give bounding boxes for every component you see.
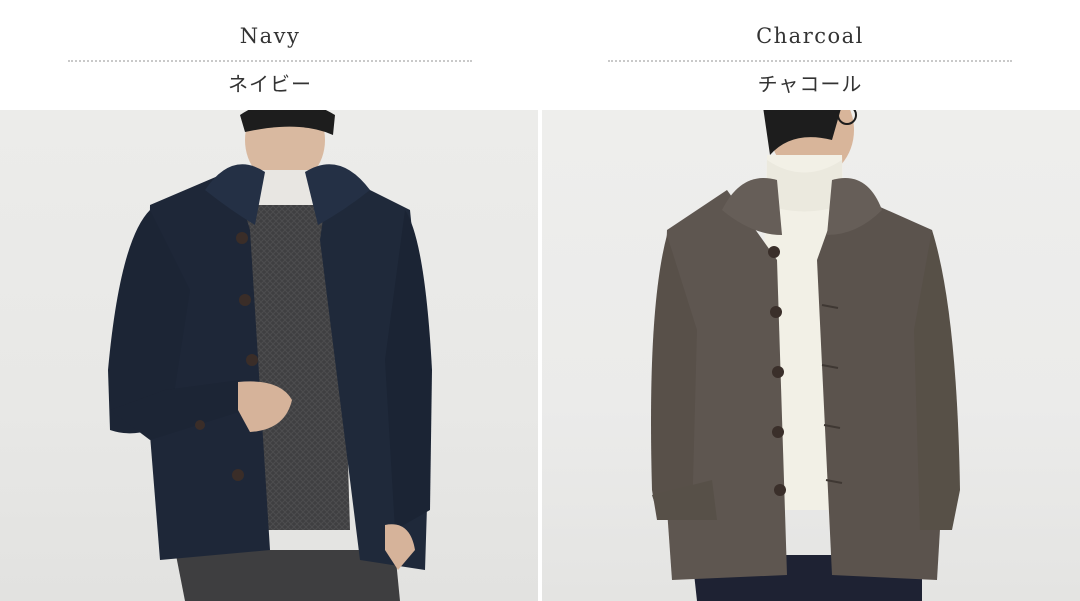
color-heading-charcoal: Charcoal チャコール: [608, 0, 1012, 110]
dotted-divider: [68, 60, 472, 62]
product-photo-charcoal[interactable]: [542, 110, 1080, 601]
color-name-japanese: ネイビー: [228, 72, 312, 96]
charcoal-coat-illustration: [651, 110, 960, 601]
color-name-japanese: チャコール: [757, 72, 863, 96]
color-heading-navy: Navy ネイビー: [68, 0, 472, 110]
color-variants-header: Navy ネイビー Charcoal チャコール: [0, 0, 1080, 110]
product-photo-navy[interactable]: [0, 110, 538, 601]
dotted-divider: [608, 60, 1012, 62]
color-name-english: Charcoal: [756, 24, 864, 48]
color-name-english: Navy: [239, 24, 301, 48]
navy-coat-illustration: [108, 110, 432, 601]
